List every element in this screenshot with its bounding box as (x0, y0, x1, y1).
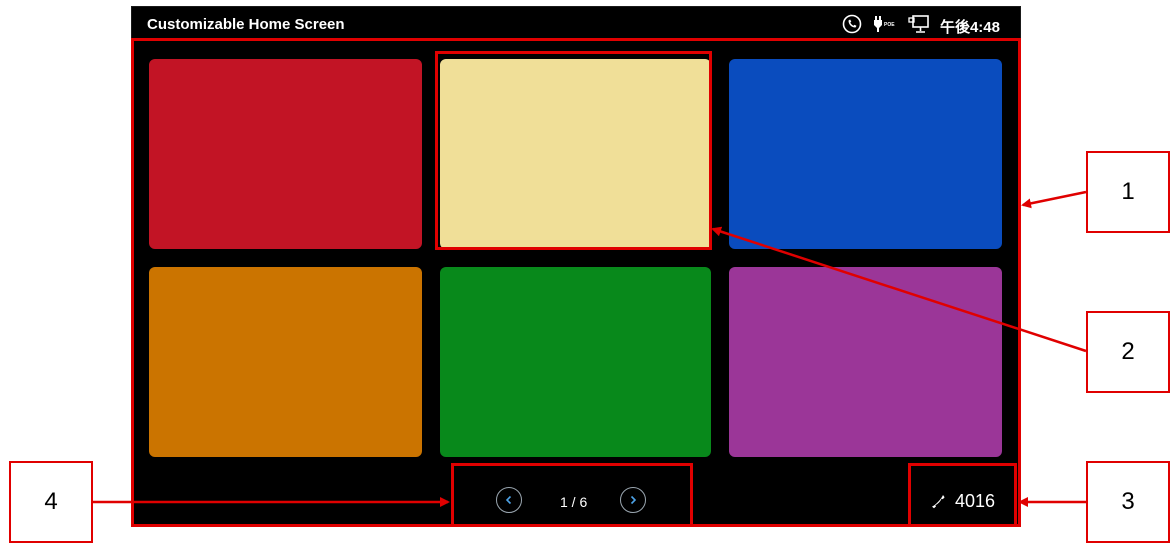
annotation-arrows (93, 190, 1087, 507)
arrow-2 (711, 226, 1087, 353)
arrow-1 (1021, 190, 1087, 209)
